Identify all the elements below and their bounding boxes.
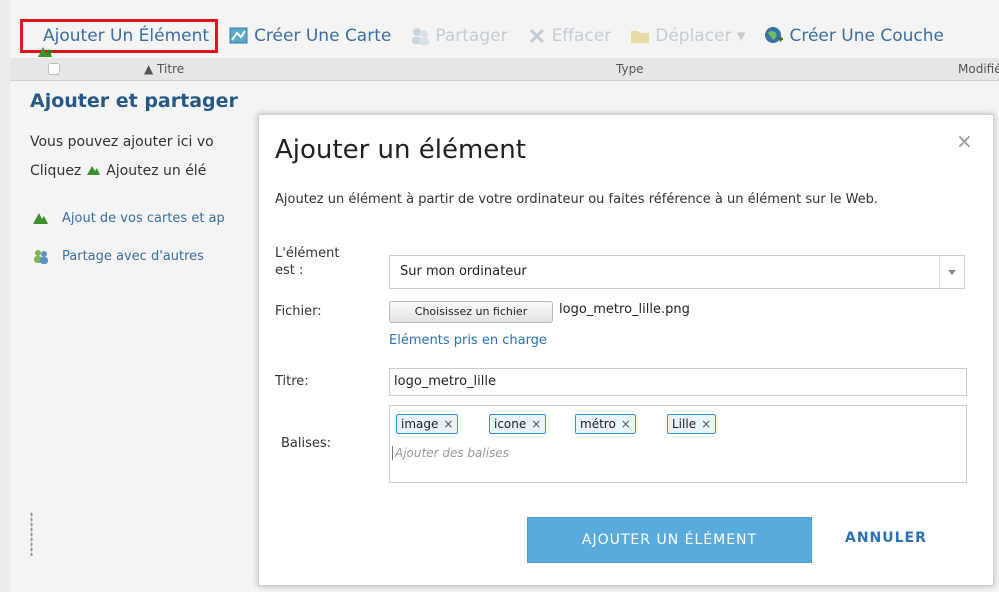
toolbar: Ajouter Un Élément Créer Une Carte Parta… [10,16,999,57]
folder-icon [629,25,651,47]
close-icon[interactable]: × [956,129,973,153]
tag-chip: Lille × [667,414,717,434]
title-label: Titre: [275,374,309,389]
share-users-icon [32,248,50,264]
source-label: L'élément est : [275,245,339,279]
add-item-dialog: Ajouter un élément × Ajoutez un élément … [258,114,994,586]
chevron-down-icon[interactable] [939,256,964,288]
globe-layer-icon [763,25,785,47]
create-map-label: Créer Une Carte [254,26,392,46]
source-select-value: Sur mon ordinateur [400,264,527,279]
resize-handle[interactable] [30,512,33,556]
intro-text-line1: Vous pouvez ajouter ici vo [30,134,214,150]
tag-chip: image × [396,414,459,434]
share-link[interactable]: Partage avec d'autres [32,248,204,264]
dialog-title: Ajouter un élément [275,135,526,165]
intro-suffix: Ajoutez un élé [106,163,207,179]
share-users-icon [409,25,431,47]
source-select[interactable]: Sur mon ordinateur [389,255,965,289]
column-type-header[interactable]: Type [616,62,644,76]
title-input[interactable]: logo_metro_lille [389,368,967,396]
delete-button[interactable]: Effacer [526,25,612,47]
move-button[interactable]: Déplacer ▾ [629,25,745,47]
move-label: Déplacer ▾ [655,26,746,46]
add-item-label: Ajouter Un Élément [43,26,210,46]
add-maps-link-label: Ajout de vos cartes et ap [62,210,225,226]
tag-chip: métro × [575,414,636,434]
add-item-small-icon [32,210,50,226]
tags-placeholder[interactable]: Ajouter des balises [392,446,509,460]
tag-remove-icon[interactable]: × [443,417,453,431]
list-header: ▲ Titre Type Modifié [10,58,999,81]
supported-items-link[interactable]: Eléments pris en charge [389,333,547,348]
add-maps-link[interactable]: Ajout de vos cartes et ap [32,210,225,226]
delete-label: Effacer [551,26,612,46]
app-background: Ajouter Un Élément Créer Une Carte Parta… [10,0,999,592]
source-label-line1: L'élément [275,246,340,261]
title-input-value: logo_metro_lille [394,374,496,389]
tag-label: Lille [672,417,697,431]
cancel-button[interactable]: ANNULER [845,530,927,546]
share-link-label: Partage avec d'autres [62,248,204,264]
tag-remove-icon[interactable]: × [701,417,711,431]
tag-label: métro [580,417,616,431]
file-label: Fichier: [275,304,322,319]
dialog-description: Ajoutez un élément à partir de votre ord… [275,192,879,207]
create-layer-button[interactable]: Créer Une Couche [763,25,944,47]
add-item-submit-button[interactable]: AJOUTER UN ÉLÉMENT [527,517,812,563]
delete-x-icon [526,25,548,47]
tag-remove-icon[interactable]: × [621,417,631,431]
share-button[interactable]: Partager [409,25,508,47]
select-all-checkbox[interactable] [48,63,60,75]
tag-remove-icon[interactable]: × [531,417,541,431]
tag-label: icone [494,417,527,431]
tags-input[interactable]: image × icone × métro × Lille × Ajouter des … [389,405,967,483]
choose-file-button[interactable]: Choisissez un fichier [389,301,553,323]
add-item-small-icon [86,163,102,177]
tag-label: image [401,417,439,431]
tag-chip: icone × [489,414,547,434]
intro-prefix: Cliquez [30,163,82,179]
add-item-button[interactable]: Ajouter Un Élément [20,19,219,57]
create-layer-label: Créer Une Couche [789,26,944,46]
create-map-button[interactable]: Créer Une Carte [228,25,391,47]
column-modified-header[interactable]: Modifié [958,62,999,76]
source-label-line2: est : [275,263,304,278]
map-icon [228,25,250,47]
column-title-header[interactable]: ▲ Titre [144,62,184,76]
tags-label: Balises: [281,436,332,451]
share-label: Partager [435,26,508,46]
section-title: Ajouter et partager [30,90,238,112]
selected-file-name: logo_metro_lille.png [559,302,690,317]
intro-text-line2: Cliquez Ajoutez un élé [30,163,206,179]
